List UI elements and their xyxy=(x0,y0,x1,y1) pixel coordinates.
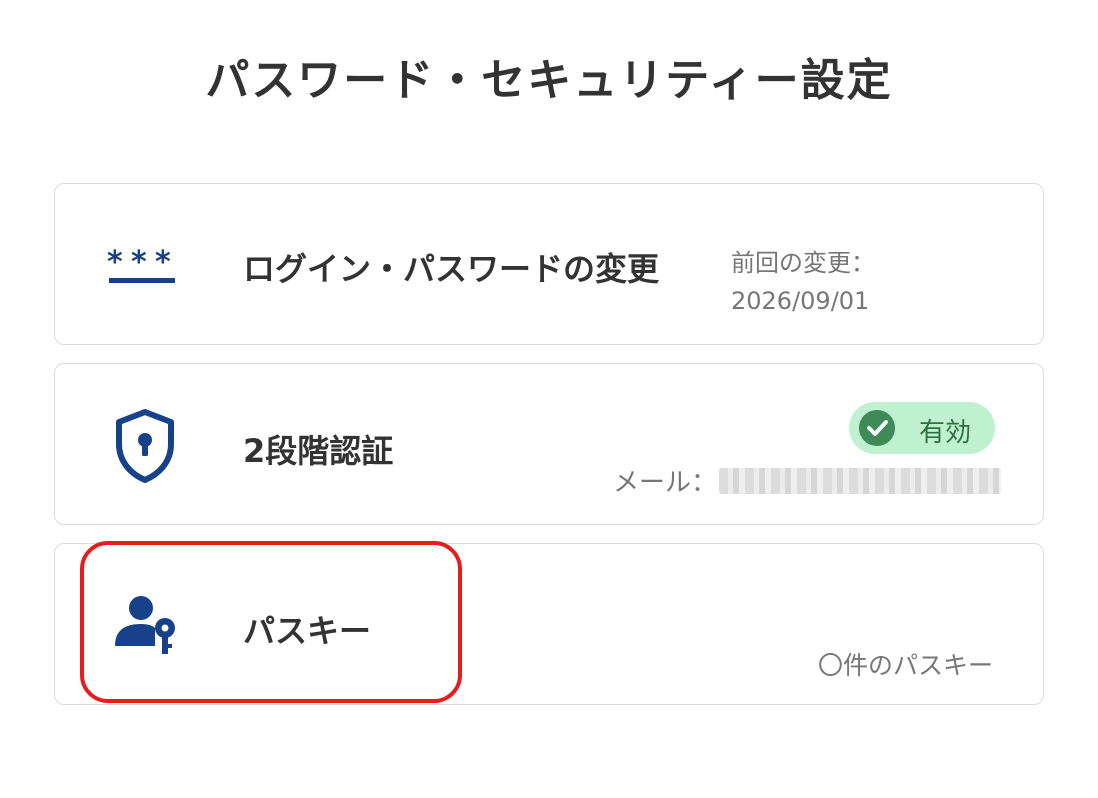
password-change-label: ログイン・パスワードの変更 xyxy=(243,250,660,288)
email-row: メール： xyxy=(613,462,1002,499)
password-change-card[interactable]: * * * ログイン・パスワードの変更 前回の変更： 2026/09/01 xyxy=(54,183,1044,345)
svg-text:*: * xyxy=(131,245,147,280)
passkey-count: 〇件のパスキー xyxy=(817,651,993,680)
password-asterisks-icon: * * * xyxy=(107,245,175,283)
status-text: 有効 xyxy=(919,418,972,448)
two-factor-card[interactable]: 2段階認証 有効 メール： xyxy=(54,363,1044,525)
user-key-icon xyxy=(115,596,175,654)
email-value-redacted xyxy=(719,467,1002,494)
page-title: パスワード・セキュリティー設定 xyxy=(205,55,893,106)
status-badge: 有効 xyxy=(849,402,995,454)
passkey-card[interactable]: パスキー 〇件のパスキー xyxy=(54,543,1044,705)
passkey-label: パスキー xyxy=(243,612,372,650)
email-label: メール： xyxy=(613,468,718,498)
two-factor-label: 2段階認証 xyxy=(243,432,394,470)
last-changed-label: 前回の変更： xyxy=(731,249,875,277)
svg-text:*: * xyxy=(155,245,171,280)
check-circle-icon xyxy=(859,410,895,446)
svg-text:*: * xyxy=(107,245,123,280)
last-changed-info: 前回の変更： 2026/09/01 xyxy=(731,244,875,320)
shield-lock-icon xyxy=(116,409,174,483)
last-changed-date: 2026/09/01 xyxy=(731,287,870,315)
